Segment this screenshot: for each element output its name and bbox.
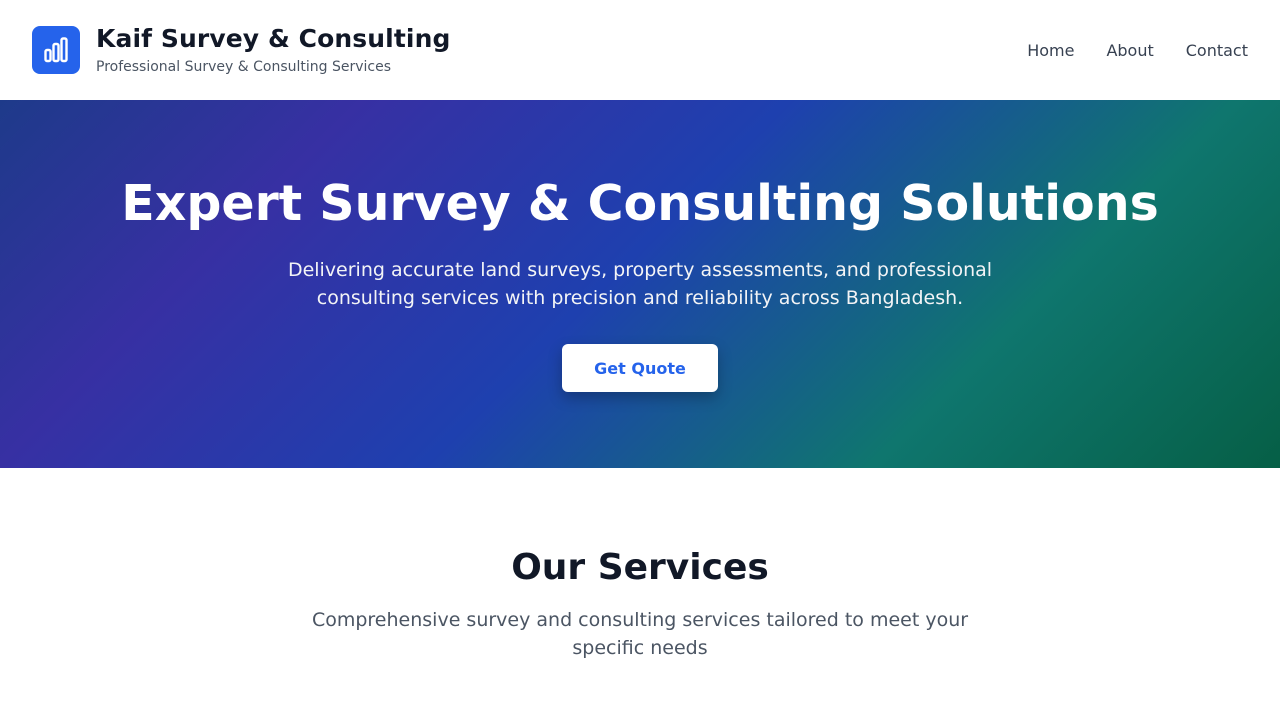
brand[interactable]: Kaif Survey & Consulting Professional Su… xyxy=(32,24,450,76)
brand-text: Kaif Survey & Consulting Professional Su… xyxy=(96,24,450,76)
bar-chart-icon xyxy=(44,37,68,63)
services-section: Our Services Comprehensive survey and co… xyxy=(0,468,1280,662)
main-nav: Home About Contact xyxy=(995,41,1248,60)
logo[interactable] xyxy=(32,26,80,74)
brand-tagline: Professional Survey & Consulting Service… xyxy=(96,59,391,75)
services-title: Our Services xyxy=(511,547,769,588)
services-subtitle: Comprehensive survey and consulting serv… xyxy=(311,609,969,659)
hero-title: Expert Survey & Consulting Solutions xyxy=(121,175,1159,232)
nav-link-contact[interactable]: Contact xyxy=(1186,41,1248,60)
site-header: Kaif Survey & Consulting Professional Su… xyxy=(0,0,1280,100)
hero-description: Delivering accurate land surveys, proper… xyxy=(287,259,993,309)
nav-link-home[interactable]: Home xyxy=(1027,41,1074,60)
get-quote-button[interactable]: Get Quote xyxy=(562,344,718,392)
nav-link-about[interactable]: About xyxy=(1106,41,1153,60)
brand-name[interactable]: Kaif Survey & Consulting xyxy=(96,24,450,54)
hero-section: Expert Survey & Consulting Solutions Del… xyxy=(0,100,1280,468)
